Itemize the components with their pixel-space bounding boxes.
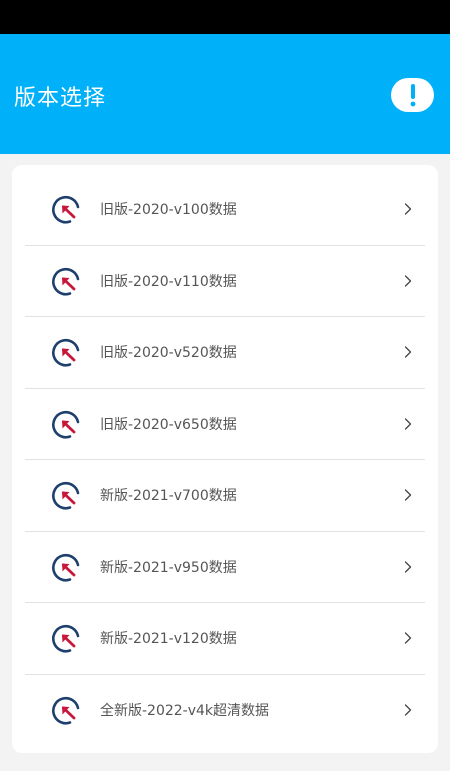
chevron-right-icon <box>404 346 412 358</box>
version-icon <box>52 267 80 295</box>
info-button[interactable] <box>391 78 434 112</box>
chevron-right-icon <box>404 274 412 287</box>
version-icon <box>52 696 80 724</box>
chevron-right-icon <box>404 417 412 430</box>
version-item-label: 旧版-2020-v520数据 <box>100 345 237 361</box>
exclamation-icon <box>410 84 415 107</box>
version-item-label: 旧版-2020-v650数据 <box>100 416 237 433</box>
chevron-right-icon <box>404 203 412 215</box>
status-bar <box>0 0 450 34</box>
version-list-item[interactable]: 新版-2021-v120数据 <box>25 603 425 675</box>
version-list-card: 旧版-2020-v100数据 旧版-2020-v110数据 旧版-2020-v5… <box>12 165 438 753</box>
app-header: 版本选择 <box>0 34 450 154</box>
version-list-item[interactable]: 新版-2021-v950数据 <box>25 532 425 603</box>
page-title: 版本选择 <box>14 86 107 111</box>
version-list-item[interactable]: 全新版-2022-v4k超清数据 <box>25 675 425 747</box>
version-icon <box>52 410 80 438</box>
version-icon <box>52 553 80 581</box>
version-list-item[interactable]: 旧版-2020-v650数据 <box>25 389 425 460</box>
version-item-label: 新版-2021-v950数据 <box>100 559 237 576</box>
version-list-item[interactable]: 新版-2021-v700数据 <box>25 460 425 532</box>
version-list-item[interactable]: 旧版-2020-v520数据 <box>25 317 425 389</box>
chevron-right-icon <box>404 560 412 573</box>
version-list-item[interactable]: 旧版-2020-v100数据 <box>25 174 425 246</box>
version-item-label: 全新版-2022-v4k超清数据 <box>100 702 270 719</box>
chevron-right-icon <box>404 489 412 501</box>
version-item-label: 旧版-2020-v100数据 <box>100 202 237 218</box>
chevron-right-icon <box>404 703 412 716</box>
version-icon <box>52 481 80 510</box>
version-icon <box>52 338 80 367</box>
version-list-item[interactable]: 旧版-2020-v110数据 <box>25 246 425 317</box>
version-icon <box>52 195 80 224</box>
version-icon <box>52 624 80 653</box>
version-item-label: 新版-2021-v120数据 <box>100 631 237 647</box>
chevron-right-icon <box>404 632 412 644</box>
version-list: 旧版-2020-v100数据 旧版-2020-v110数据 旧版-2020-v5… <box>25 174 425 746</box>
version-item-label: 旧版-2020-v110数据 <box>100 273 237 290</box>
version-item-label: 新版-2021-v700数据 <box>100 488 237 504</box>
